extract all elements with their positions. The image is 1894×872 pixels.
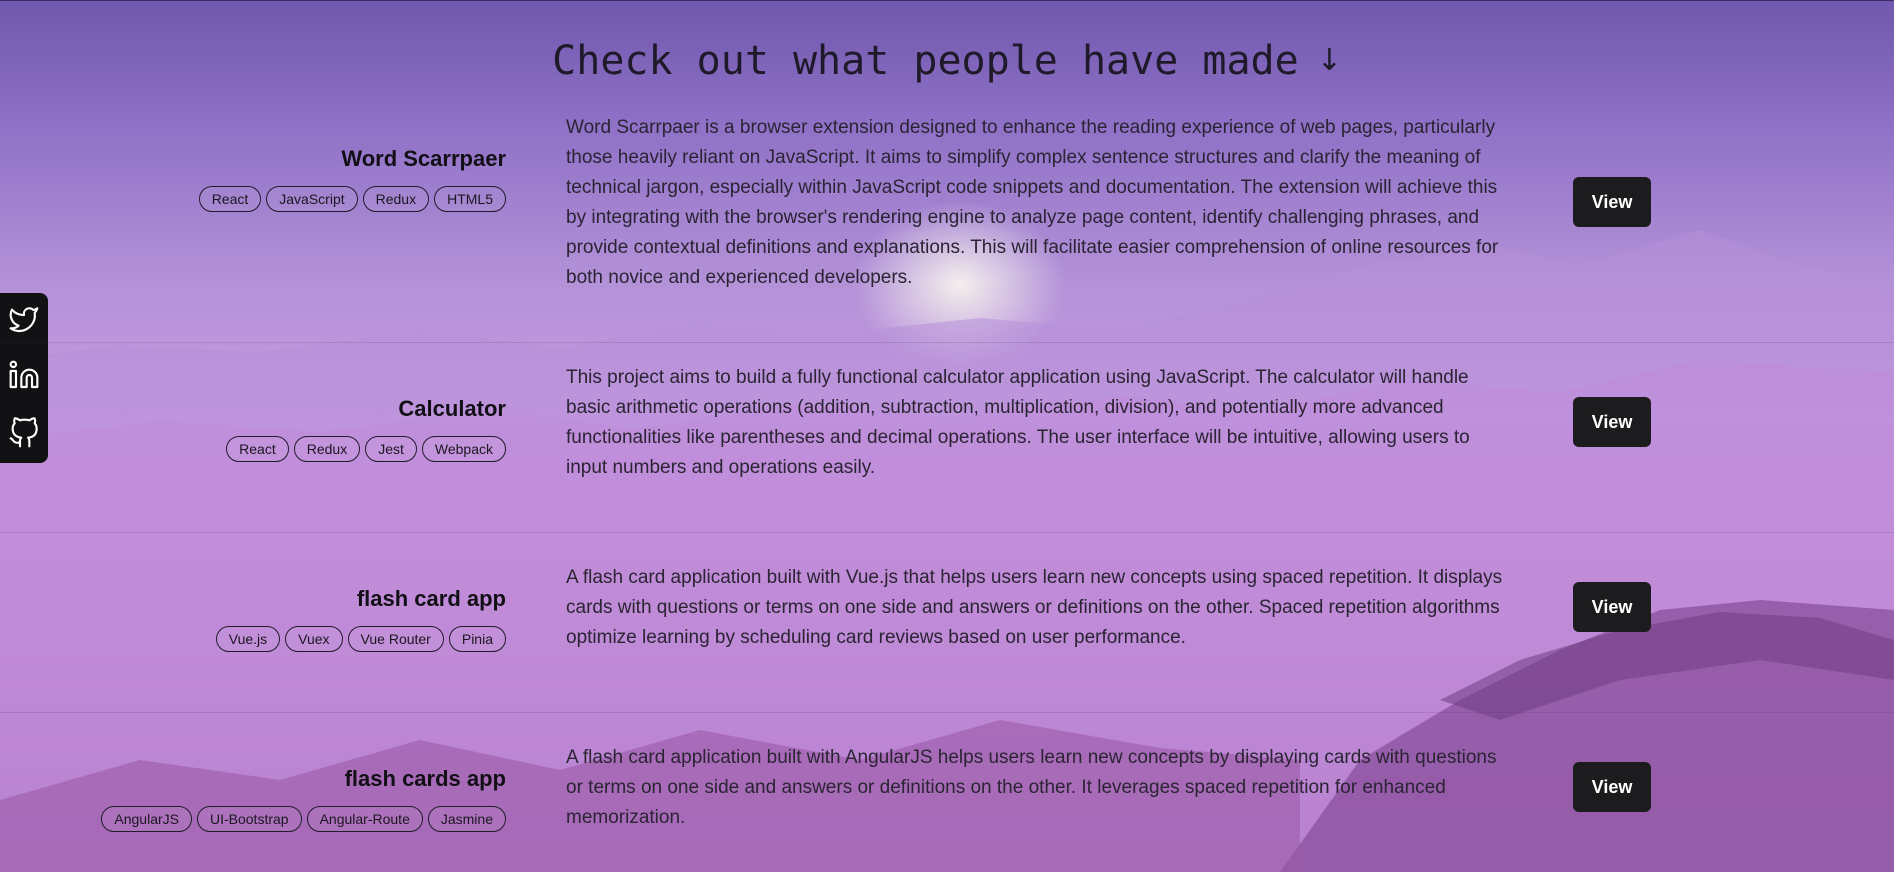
tag: Vue.js [215, 626, 281, 652]
divider [0, 532, 1894, 533]
tag: Redux [362, 186, 430, 212]
page-heading: Check out what people have made ↓ [0, 38, 1894, 84]
arrow-down-icon: ↓ [1316, 43, 1342, 78]
view-button[interactable]: View [1573, 177, 1651, 227]
tag: Pinia [448, 626, 506, 652]
tag-list: React Redux Jest Webpack [6, 436, 506, 462]
project-title: flash cards app [344, 766, 506, 791]
twitter-icon[interactable] [8, 303, 40, 335]
linkedin-icon[interactable] [8, 359, 40, 391]
tag: Webpack [421, 436, 506, 462]
tag-list: Vue.js Vuex Vue Router Pinia [6, 626, 506, 652]
project-meta: Word Scarrpaer React JavaScript Redux HTML5 [6, 146, 506, 212]
divider [0, 342, 1894, 343]
project-meta: Calculator React Redux Jest Webpack [6, 396, 506, 462]
tag: React [198, 186, 262, 212]
project-description: A flash card application built with Vue.… [566, 567, 1503, 648]
tag: Redux [293, 436, 361, 462]
project-description: This project aims to build a fully funct… [566, 367, 1470, 478]
tag: UI-Bootstrap [196, 806, 302, 832]
tag: Vue Router [347, 626, 444, 652]
tag: Angular-Route [306, 806, 423, 832]
project-description: A flash card application built with Angu… [566, 747, 1497, 828]
top-border [0, 0, 1894, 1]
tag: JavaScript [266, 186, 358, 212]
project-meta: flash cards app AngularJS UI-Bootstrap Ang… [6, 766, 506, 832]
tag: AngularJS [101, 806, 192, 832]
view-button[interactable]: View [1573, 762, 1651, 812]
tag-list: React JavaScript Redux HTML5 [6, 186, 506, 212]
page-heading-text: Check out what people have made [552, 38, 1299, 84]
tag: Vuex [285, 626, 343, 652]
project-title: flash card app [356, 586, 506, 611]
project-description: Word Scarrpaer is a browser extension de… [566, 117, 1499, 288]
view-button[interactable]: View [1573, 582, 1651, 632]
tag: Jest [365, 436, 417, 462]
tag: Jasmine [427, 806, 506, 832]
divider [0, 712, 1894, 713]
project-title: Word Scarrpaer [341, 146, 506, 171]
tag: HTML5 [434, 186, 506, 212]
project-meta: flash card app Vue.js Vuex Vue Router Pinia [6, 586, 506, 652]
view-button[interactable]: View [1573, 397, 1651, 447]
project-title: Calculator [398, 396, 506, 421]
tag-list: AngularJS UI-Bootstrap Angular-Route Jasmin… [6, 806, 506, 832]
tag: React [226, 436, 289, 462]
